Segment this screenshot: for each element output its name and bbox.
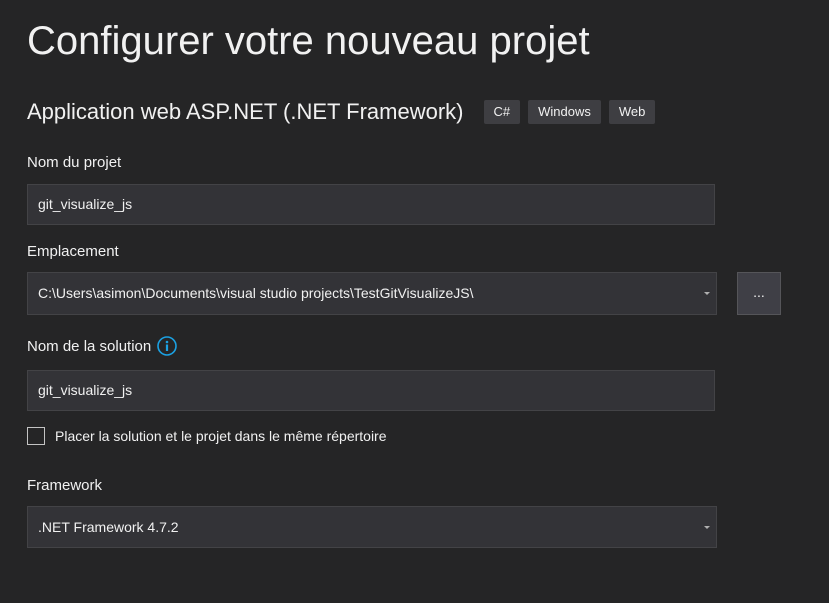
framework-label: Framework (27, 477, 103, 494)
location-label: Emplacement (27, 243, 119, 260)
project-name-label: Nom du projet (27, 154, 122, 171)
template-name: Application web ASP.NET (.NET Framework) (27, 99, 464, 124)
browse-button[interactable]: ... (737, 272, 781, 315)
tag-windows: Windows (528, 100, 601, 124)
page-title: Configurer votre nouveau projet (27, 19, 590, 63)
same-directory-option[interactable]: Placer la solution et le projet dans le … (27, 427, 387, 445)
location-combobox[interactable]: C:\Users\asimon\Documents\visual studio … (27, 272, 717, 315)
tag-csharp: C# (483, 100, 521, 124)
location-value: C:\Users\asimon\Documents\visual studio … (38, 285, 474, 301)
same-directory-checkbox[interactable] (27, 427, 45, 445)
template-tags: C# Windows Web (483, 100, 656, 124)
framework-combobox[interactable]: .NET Framework 4.7.2 (27, 506, 717, 548)
solution-name-input[interactable]: git_visualize_js (27, 370, 715, 411)
template-header: Application web ASP.NET (.NET Framework)… (27, 98, 656, 126)
chevron-down-icon[interactable] (704, 526, 710, 529)
project-name-input[interactable]: git_visualize_js (27, 184, 715, 225)
same-directory-label[interactable]: Placer la solution et le projet dans le … (55, 428, 387, 444)
chevron-down-icon[interactable] (704, 292, 710, 295)
framework-value: .NET Framework 4.7.2 (38, 519, 179, 535)
solution-name-label-row: Nom de la solution (27, 336, 178, 356)
tag-web: Web (608, 100, 656, 124)
info-icon[interactable] (157, 336, 178, 356)
solution-name-label: Nom de la solution (27, 337, 152, 355)
